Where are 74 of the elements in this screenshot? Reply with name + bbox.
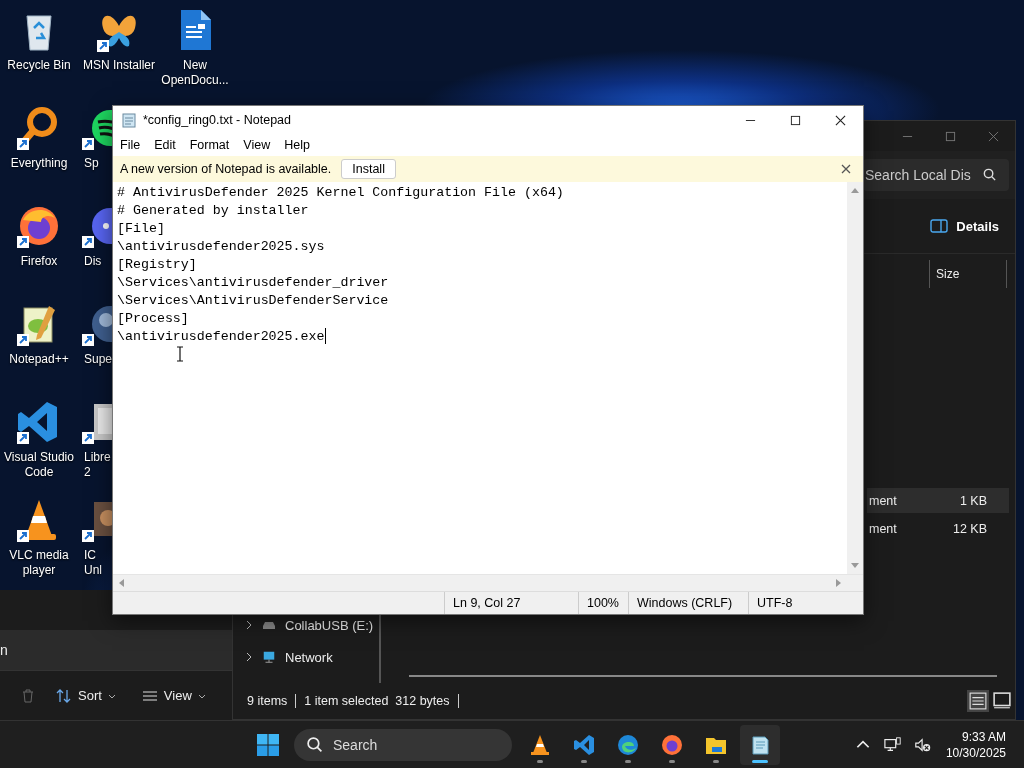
desktop-icon-label: Recycle Bin xyxy=(7,58,71,73)
code-editor-icon xyxy=(572,732,596,757)
chevron-icon[interactable] xyxy=(245,652,253,662)
text-line: # Generated by installer xyxy=(117,202,309,220)
nav-item[interactable]: Network xyxy=(233,648,379,666)
text-line: [Registry] xyxy=(117,256,197,274)
file-row[interactable]: ment 1 KB xyxy=(867,488,1009,513)
taskbar-app-button[interactable] xyxy=(740,724,780,765)
search-field[interactable]: Search Local Dis xyxy=(863,159,1009,191)
desktop-icon-label: Everything xyxy=(10,156,68,171)
network-icon[interactable] xyxy=(883,735,902,754)
install-button[interactable]: Install xyxy=(341,159,396,179)
line-ending: Windows (CRLF) xyxy=(628,592,748,614)
windows-start-icon[interactable] xyxy=(256,732,280,757)
close-icon[interactable] xyxy=(835,114,846,126)
browser-icon xyxy=(616,732,640,757)
list-icon xyxy=(969,692,987,710)
close-icon[interactable] xyxy=(841,164,851,174)
text-line: [Process] xyxy=(117,310,189,328)
text-line: \Services\antivirusdefender_driver xyxy=(117,274,389,292)
selection-info: 1 item selected 312 bytes xyxy=(304,694,451,708)
desktop-icon-label: Sp xyxy=(83,156,99,171)
encoding: UTF-8 xyxy=(748,592,863,614)
desktop-icon-label: Visual Studio Code xyxy=(3,450,75,480)
window-title: *config_ring0.txt - Notepad xyxy=(143,113,291,127)
text-cursor-icon xyxy=(176,346,184,362)
search-icon xyxy=(982,167,997,182)
column-header[interactable]: Size xyxy=(929,260,1007,288)
details-button[interactable]: Details xyxy=(926,214,1003,238)
chevron-icon[interactable] xyxy=(245,620,253,630)
zoom-level: 100% xyxy=(578,592,628,614)
menu-item[interactable]: Format xyxy=(182,138,237,152)
sort-button[interactable]: Sort xyxy=(50,683,122,708)
nav-item[interactable]: CollabUSB (E:) xyxy=(233,616,379,634)
panel-icon xyxy=(930,219,949,233)
desktop-icon-label: IC Unl xyxy=(83,548,102,578)
desktop-icon-label: Libre 2 xyxy=(83,450,111,480)
scrollbar[interactable] xyxy=(409,675,997,677)
text-line: [File] xyxy=(117,220,165,238)
globe-icon xyxy=(660,732,684,757)
menu-item[interactable]: Edit xyxy=(147,138,183,152)
desktop-icon-label: MSN Installer xyxy=(83,58,155,73)
text-line: \antivirusdefender2025.exe xyxy=(117,328,325,346)
view-button[interactable]: View xyxy=(135,683,212,708)
text-line: # AntivirusDefender 2025 Kernel Configuration File (x64) xyxy=(117,184,564,202)
details-view-button[interactable] xyxy=(967,690,989,712)
trash-icon[interactable] xyxy=(20,687,36,704)
menu-item[interactable]: Help xyxy=(277,138,317,152)
sort-arrows-icon xyxy=(56,687,72,704)
update-message: A new version of Notepad is available. xyxy=(120,162,332,176)
desktop-icon-label: Firefox xyxy=(20,254,58,269)
text-caret xyxy=(325,328,326,344)
desktop-icon-label: VLC media player xyxy=(8,548,70,578)
desktop-icon-label: Dis xyxy=(83,254,102,269)
search-box[interactable]: Search xyxy=(294,728,512,761)
text-line: \antivirusdefender2025.sys xyxy=(117,238,325,256)
cursor-position: Ln 9, Col 27 xyxy=(444,592,578,614)
desktop-icon-label: Notepad++ xyxy=(9,352,69,367)
clock-time[interactable]: 9:33 AM xyxy=(961,728,1006,745)
desktop-icon-label: Supe xyxy=(83,352,112,367)
volume-muted-icon[interactable] xyxy=(913,735,932,754)
clock-date[interactable]: 10/30/2025 xyxy=(945,744,1006,761)
search-icon xyxy=(306,736,323,753)
desktop-icon-label: New OpenDocu... xyxy=(160,58,230,88)
notepad-icon xyxy=(121,112,137,128)
menu-item[interactable]: File xyxy=(113,138,148,152)
item-count: 9 items xyxy=(247,694,289,708)
window-icon xyxy=(993,692,1011,710)
monitor-icon xyxy=(261,650,277,664)
menu-item[interactable]: View xyxy=(236,138,278,152)
text-line: \Services\AntivirusDefenderService xyxy=(117,292,389,310)
maximize-icon[interactable] xyxy=(790,114,801,126)
file-row[interactable]: ment 12 KB xyxy=(867,516,1009,541)
address-text: n xyxy=(0,642,8,658)
